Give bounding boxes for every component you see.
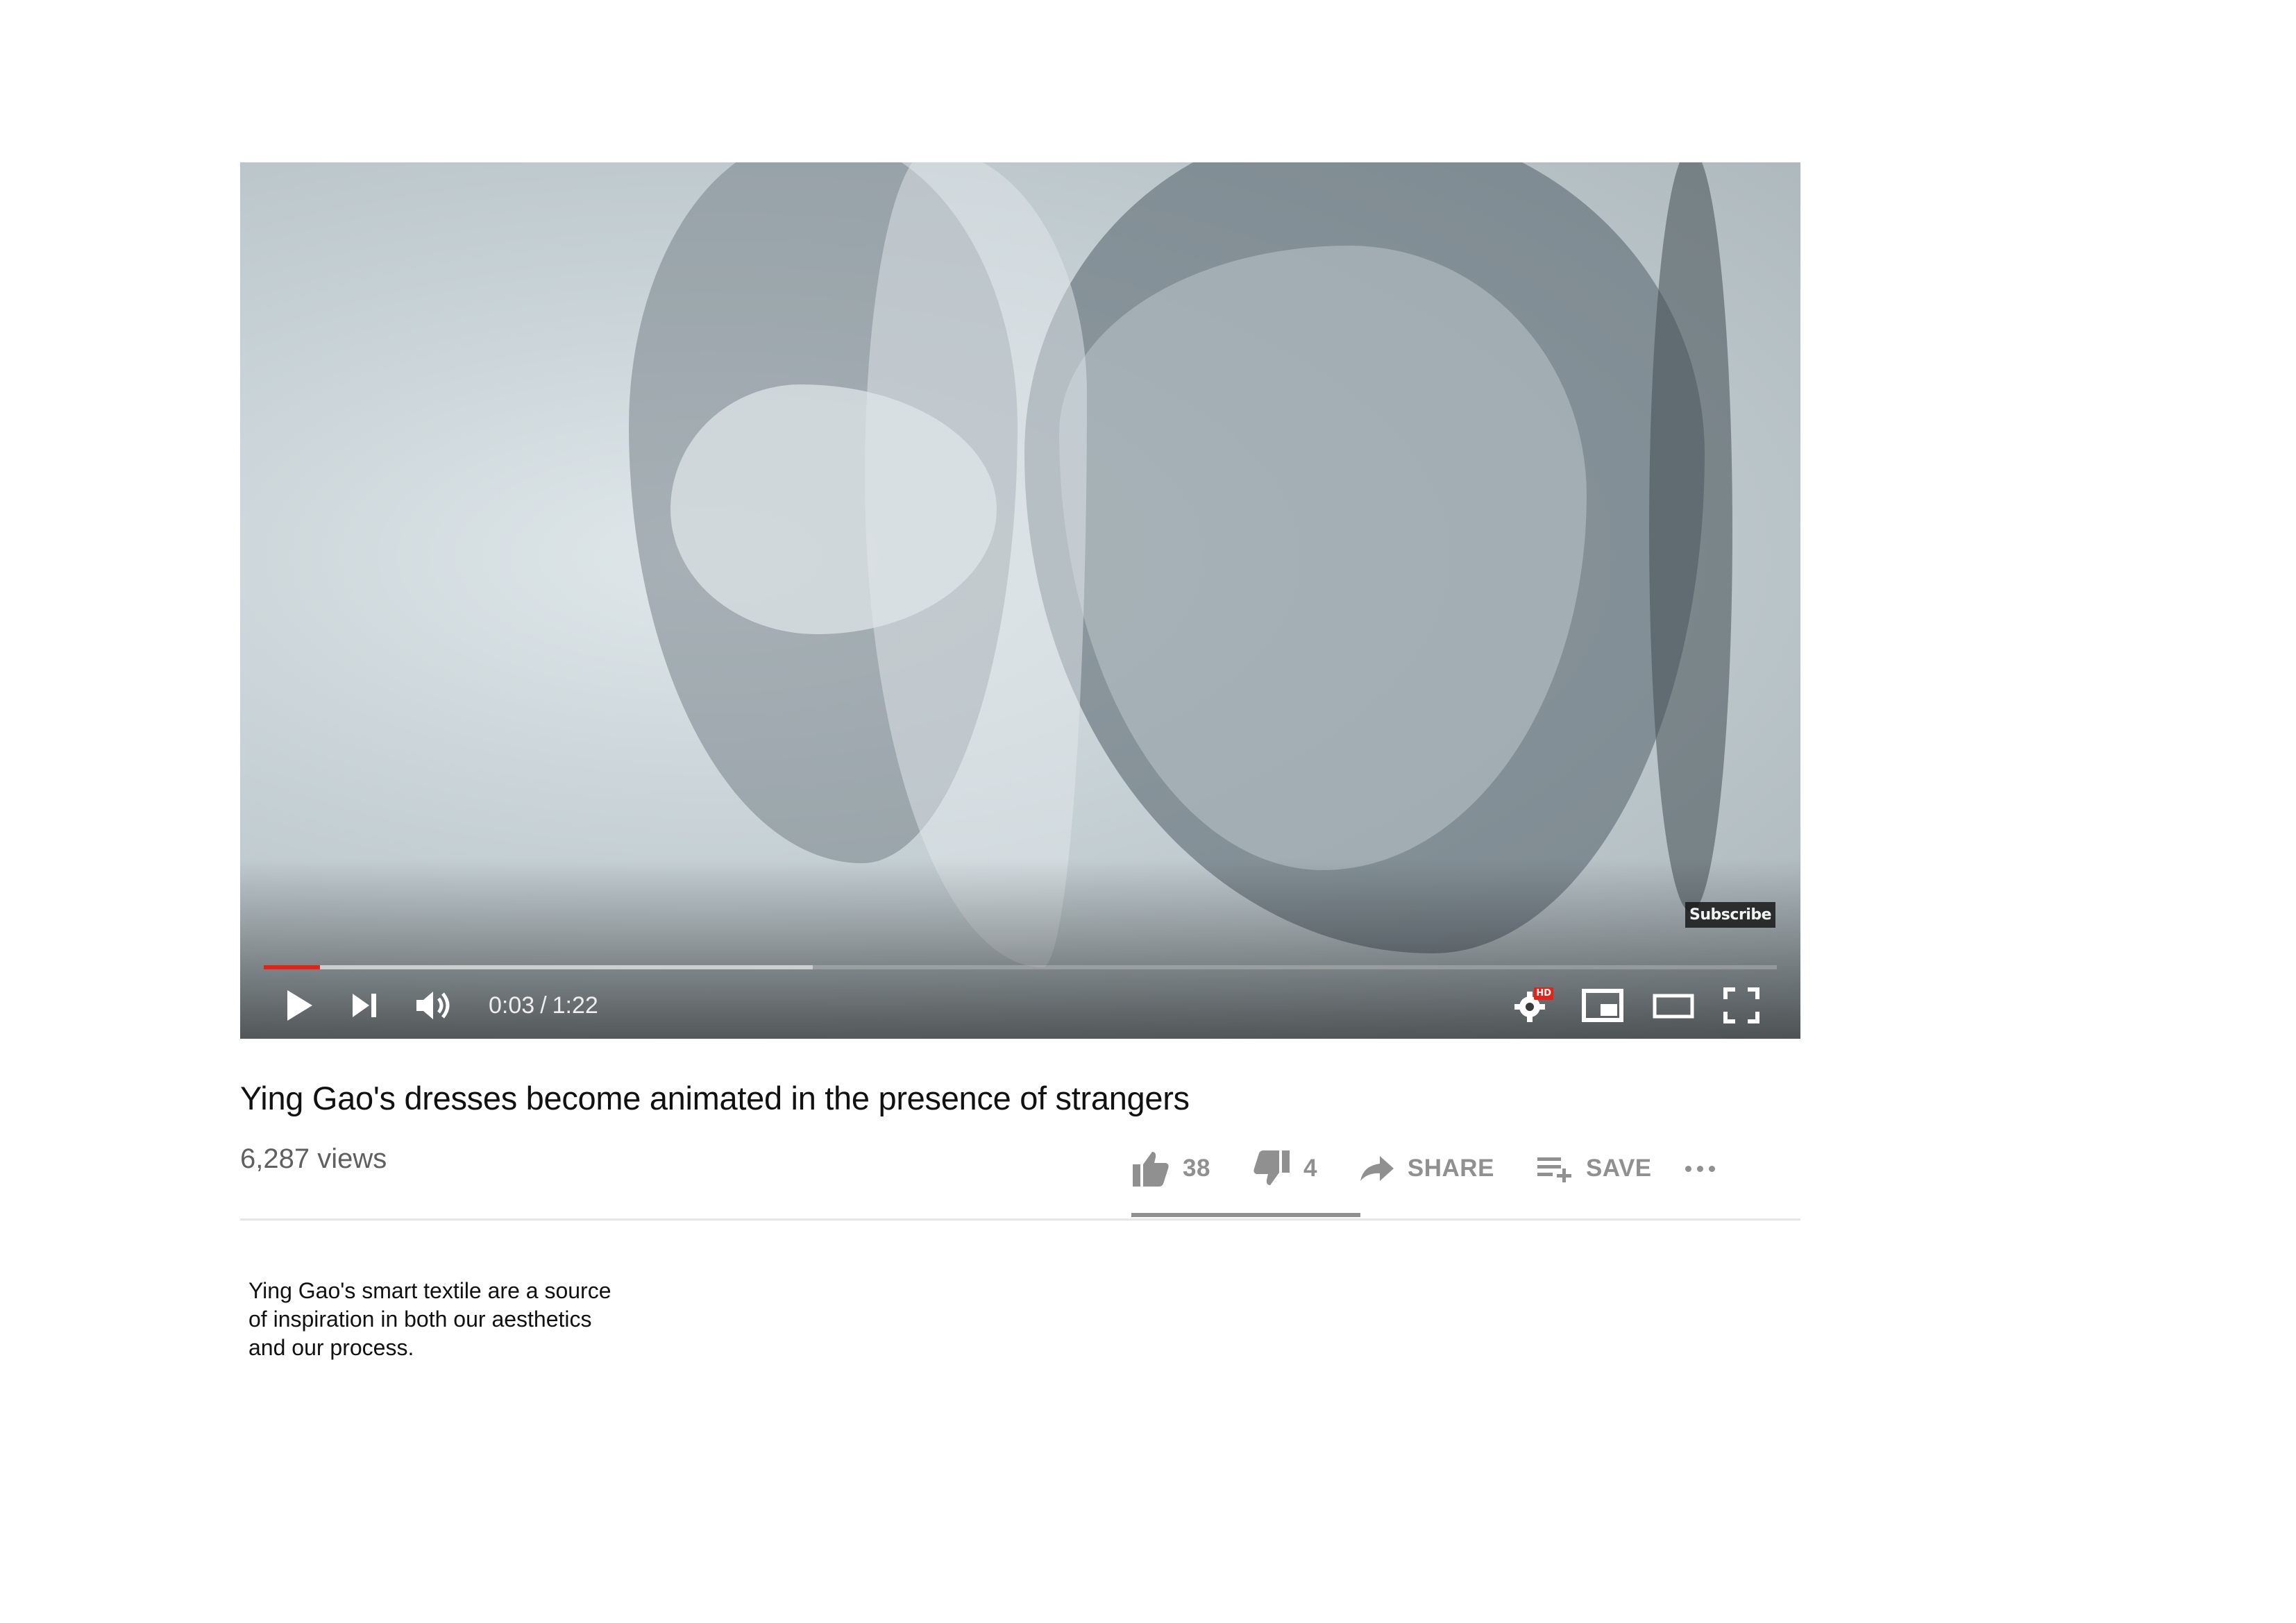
section-divider	[240, 1218, 1800, 1221]
description-note: Ying Gao's smart textile are a source of…	[248, 1277, 665, 1362]
action-bar: 38 4 SHARE SAVE	[1131, 1144, 1715, 1193]
like-button[interactable]: 38	[1131, 1149, 1210, 1188]
note-line: of inspiration in both our aesthetics	[248, 1307, 592, 1332]
progress-played	[264, 965, 320, 969]
play-icon[interactable]	[282, 987, 315, 1023]
dislike-button[interactable]: 4	[1252, 1149, 1317, 1188]
share-button[interactable]: SHARE	[1359, 1153, 1494, 1184]
view-count: 6,287 views	[240, 1144, 387, 1174]
more-dot	[1685, 1165, 1691, 1172]
theater-mode-icon[interactable]	[1652, 987, 1695, 1023]
controls-right: HD	[1512, 985, 1800, 1026]
note-line: Ying Gao's smart textile are a source	[248, 1278, 611, 1303]
note-line: and our process.	[248, 1335, 414, 1360]
settings-button[interactable]: HD	[1512, 985, 1553, 1026]
time-display: 0:03 / 1:22	[489, 992, 598, 1019]
share-icon	[1360, 1156, 1394, 1181]
volume-icon[interactable]	[414, 987, 455, 1023]
video-scene-arm-right	[1649, 162, 1732, 912]
like-count: 38	[1183, 1155, 1210, 1182]
more-dot	[1696, 1165, 1703, 1172]
time-separator: /	[540, 992, 547, 1019]
fullscreen-icon[interactable]	[1723, 987, 1760, 1024]
save-button[interactable]: SAVE	[1536, 1153, 1652, 1184]
time-current: 0:03	[489, 992, 535, 1019]
more-dot	[1708, 1165, 1715, 1172]
hd-badge: HD	[1534, 987, 1553, 1000]
progress-buffered	[264, 965, 813, 969]
video-player[interactable]: Subscribe 0:03 / 1:22 HD	[240, 162, 1800, 1039]
subscribe-watermark[interactable]: Subscribe	[1685, 902, 1775, 928]
controls-left: 0:03 / 1:22	[240, 987, 598, 1023]
player-controls: 0:03 / 1:22 HD	[240, 972, 1800, 1039]
thumbs-down-icon	[1253, 1150, 1290, 1185]
more-actions-icon[interactable]	[1685, 1165, 1715, 1172]
dislike-count: 4	[1303, 1155, 1317, 1182]
sentiment-bar	[1131, 1213, 1360, 1217]
video-title: Ying Gao's dresses become animated in th…	[240, 1080, 1190, 1116]
share-label: SHARE	[1407, 1155, 1494, 1182]
miniplayer-icon[interactable]	[1581, 987, 1624, 1023]
time-duration: 1:22	[552, 992, 598, 1019]
next-icon[interactable]	[348, 989, 380, 1021]
thumbs-up-icon	[1133, 1152, 1169, 1187]
playlist-add-icon	[1537, 1157, 1571, 1182]
save-label: SAVE	[1585, 1155, 1652, 1182]
progress-bar[interactable]	[264, 965, 1777, 969]
